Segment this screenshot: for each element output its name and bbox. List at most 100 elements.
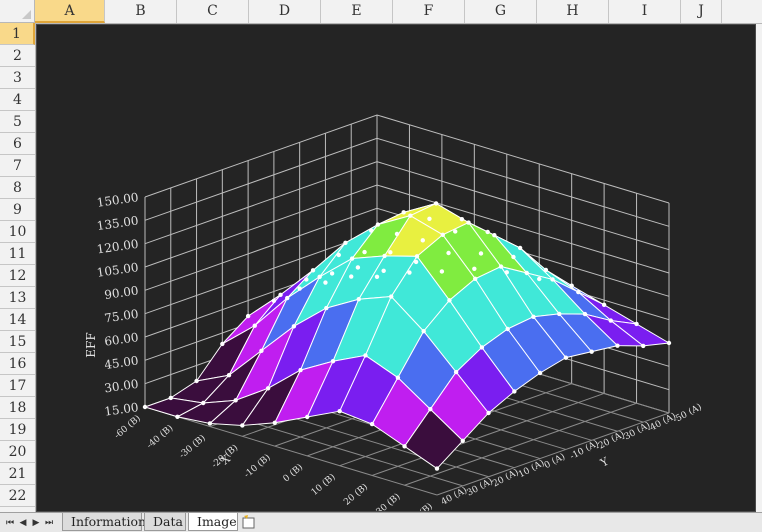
surface-point xyxy=(543,267,549,273)
row-header-16[interactable]: 16 xyxy=(0,353,35,375)
surface-point xyxy=(349,256,355,261)
surface-point xyxy=(362,249,367,255)
column-header-C[interactable]: C xyxy=(177,0,249,23)
last-sheet-icon[interactable]: ⏭ xyxy=(43,516,55,529)
y-tick-label: -50 (A) xyxy=(671,401,703,425)
z-axis-title: EFF xyxy=(84,332,98,357)
surface-point xyxy=(355,265,361,270)
surface-point xyxy=(537,370,543,376)
surface-point xyxy=(375,222,381,227)
x-tick-label: 10 (B) xyxy=(309,472,337,498)
row-header-17[interactable]: 17 xyxy=(0,375,35,397)
surface-point xyxy=(142,404,148,410)
surface-point xyxy=(369,421,375,427)
row-header-6[interactable]: 6 xyxy=(0,133,35,155)
surface-point xyxy=(175,414,180,419)
column-header-H[interactable]: H xyxy=(537,0,609,23)
x-tick-label: -40 (B) xyxy=(145,423,176,451)
surface-point xyxy=(394,231,400,237)
row-header-18[interactable]: 18 xyxy=(0,397,35,419)
surface-point xyxy=(615,343,620,348)
x-tick-label: 40 (B) xyxy=(406,501,434,511)
column-header-A[interactable]: A xyxy=(35,0,105,23)
row-header-1[interactable]: 1 xyxy=(0,23,35,45)
surface-point xyxy=(414,254,420,259)
surface-point xyxy=(343,240,348,245)
surface-point xyxy=(278,292,283,297)
row-header-20[interactable]: 20 xyxy=(0,441,35,463)
column-header-J[interactable]: J xyxy=(681,0,722,23)
insert-sheet-icon[interactable] xyxy=(240,514,258,530)
row-header-14[interactable]: 14 xyxy=(0,309,35,331)
row-header-5[interactable]: 5 xyxy=(0,111,35,133)
first-sheet-icon[interactable]: ⏮ xyxy=(4,516,16,529)
surface-point xyxy=(531,314,536,319)
z-tick-label: 90.00 xyxy=(103,283,139,302)
row-header-12[interactable]: 12 xyxy=(0,265,35,287)
row-header-10[interactable]: 10 xyxy=(0,221,35,243)
row-header-4[interactable]: 4 xyxy=(0,89,35,111)
surface-point xyxy=(245,313,251,319)
surface-point xyxy=(446,250,451,256)
row-header-2[interactable]: 2 xyxy=(0,45,35,67)
row-header-11[interactable]: 11 xyxy=(0,243,35,265)
surface-point xyxy=(582,311,588,317)
surface-point xyxy=(666,340,672,346)
row-header-15[interactable]: 15 xyxy=(0,331,35,353)
surface-point xyxy=(226,373,232,378)
next-sheet-icon[interactable]: ▶ xyxy=(30,516,42,529)
column-header-F[interactable]: F xyxy=(393,0,465,23)
surface-point xyxy=(297,286,302,291)
surface-point xyxy=(298,367,303,373)
x-tick-label: -30 (B) xyxy=(177,432,208,460)
surface-point xyxy=(356,297,361,302)
surface-point xyxy=(272,420,277,425)
column-header-bar: ABCDEFGHIJ xyxy=(0,0,762,24)
surface-point xyxy=(505,326,510,332)
column-header-G[interactable]: G xyxy=(465,0,537,23)
surface-point xyxy=(240,423,245,428)
column-header-I[interactable]: I xyxy=(609,0,681,23)
row-header-8[interactable]: 8 xyxy=(0,177,35,199)
row-header-13[interactable]: 13 xyxy=(0,287,35,309)
surface-point xyxy=(466,220,471,225)
column-header-B[interactable]: B xyxy=(105,0,177,23)
column-header-D[interactable]: D xyxy=(249,0,321,23)
row-header-22[interactable]: 22 xyxy=(0,485,35,507)
surface-point xyxy=(428,407,433,412)
surface-point xyxy=(504,270,509,275)
surface-point xyxy=(389,294,394,299)
row-header-21[interactable]: 21 xyxy=(0,463,35,485)
row-header-7[interactable]: 7 xyxy=(0,155,35,177)
row-header-19[interactable]: 19 xyxy=(0,419,35,441)
surface-point xyxy=(305,414,310,420)
surface-point xyxy=(330,359,336,364)
surface-point xyxy=(407,270,412,275)
sheet-tab-image[interactable]: Image xyxy=(188,513,238,531)
y-tick-label: 0 (A) xyxy=(542,451,567,471)
z-tick-label: 75.00 xyxy=(103,307,139,326)
x-tick-label: 0 (B) xyxy=(281,462,305,485)
prev-sheet-icon[interactable]: ◀ xyxy=(17,516,29,529)
sheet-tab-data[interactable]: Data xyxy=(144,513,186,531)
x-tick-label: -10 (B) xyxy=(242,452,273,480)
surface-point xyxy=(271,298,277,303)
sheet-tab-information[interactable]: Information xyxy=(62,513,146,531)
select-all-corner[interactable] xyxy=(0,0,35,23)
surface-point xyxy=(439,269,445,274)
surface-point xyxy=(291,324,297,329)
surface-point xyxy=(634,321,639,327)
row-header-9[interactable]: 9 xyxy=(0,199,35,221)
surface-point xyxy=(336,252,341,258)
surface-point xyxy=(511,254,516,260)
surface-point xyxy=(473,276,478,281)
surface-chart[interactable]: 15.00 30.00 45.00 60.00 75.00 90.00 105.00 120.… xyxy=(36,24,756,512)
column-header-E[interactable]: E xyxy=(321,0,393,23)
surface-point xyxy=(641,343,646,349)
y-tick-label: -10 (A) xyxy=(568,438,600,462)
row-header-3[interactable]: 3 xyxy=(0,67,35,89)
surface-point xyxy=(576,289,581,295)
z-tick-label: 120.00 xyxy=(96,237,140,257)
surface-point xyxy=(472,266,477,271)
z-tick-label: 150.00 xyxy=(96,190,140,210)
